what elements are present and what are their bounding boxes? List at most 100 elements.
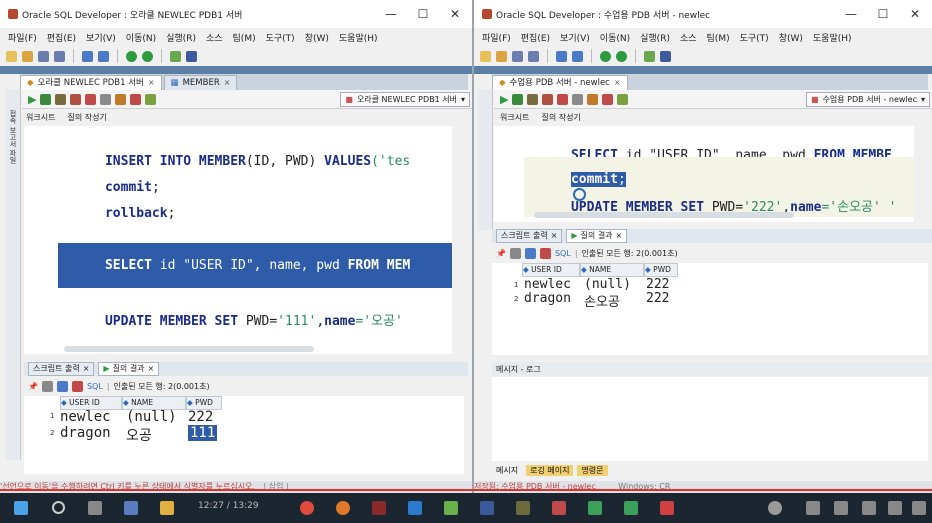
run-statement-icon[interactable]: ▶ [500, 93, 508, 106]
file-explorer-icon[interactable] [160, 501, 174, 515]
save-icon[interactable] [512, 50, 523, 62]
menu-team[interactable]: 팀(M) [233, 31, 256, 44]
firefox-icon[interactable] [336, 501, 350, 515]
right-sql-editor[interactable]: SELECT id "USER ID", name, pwd FROM MEMB… [494, 126, 914, 222]
cell-pwd[interactable]: 222 [188, 409, 213, 425]
editor-horizontal-scrollbar[interactable] [534, 212, 794, 218]
column-header-name[interactable]: ◆ NAME [580, 263, 644, 277]
eraser-icon[interactable] [602, 93, 614, 105]
close-icon[interactable]: × [614, 76, 621, 90]
menu-source[interactable]: 소스 [206, 31, 223, 44]
cell-user-id[interactable]: dragon [524, 291, 571, 306]
new-icon[interactable] [480, 50, 491, 62]
search-icon[interactable] [52, 501, 65, 514]
open-icon[interactable] [22, 50, 33, 62]
print-icon[interactable] [509, 247, 521, 259]
app-icon[interactable] [516, 501, 530, 515]
tab-worksheet[interactable]: 워크시트 [500, 112, 529, 123]
close-button[interactable]: ✕ [904, 4, 926, 24]
run-script-icon[interactable] [512, 93, 524, 105]
right-results-grid[interactable]: ◆ USER ID ◆ NAME ◆ PWD 1 newlec (null) 2… [492, 263, 928, 355]
export-icon[interactable] [71, 380, 83, 392]
tab-messages[interactable]: 메시지 [492, 465, 522, 476]
autotrace-icon[interactable] [100, 93, 112, 105]
binoculars-icon[interactable] [660, 50, 671, 62]
tab-worksheet[interactable]: 워크시트 [26, 112, 55, 123]
migration-icon[interactable] [644, 50, 655, 62]
save-icon[interactable] [38, 50, 49, 62]
menu-view[interactable]: 보기(V) [86, 31, 116, 44]
task-view-icon[interactable] [88, 501, 102, 515]
column-header-user-id[interactable]: ◆ USER ID [60, 396, 122, 410]
cell-pwd[interactable]: 222 [646, 291, 669, 306]
column-header-user-id[interactable]: ◆ USER ID [522, 263, 580, 277]
minimize-button[interactable]: — [840, 4, 862, 24]
explain-plan-icon[interactable] [557, 93, 569, 105]
redo-icon[interactable] [98, 50, 109, 62]
refresh-icon[interactable] [524, 247, 536, 259]
maximize-button[interactable]: ☐ [872, 4, 894, 24]
font-icon[interactable] [888, 501, 902, 515]
menu-run[interactable]: 실행(R) [640, 31, 670, 44]
column-header-pwd[interactable]: ◆ PWD [186, 396, 222, 410]
app-icon[interactable] [372, 501, 386, 515]
cell-name[interactable]: (null) [126, 409, 177, 425]
gear-icon[interactable] [768, 501, 782, 515]
cell-name[interactable]: 오공 [126, 425, 152, 445]
undo-icon[interactable] [82, 50, 93, 62]
cell-user-id[interactable]: newlec [524, 277, 571, 292]
left-results-grid[interactable]: ◆ USER ID ◆ NAME ◆ PWD 1 newlec (null) 2… [24, 396, 464, 474]
format-icon[interactable] [115, 93, 127, 105]
export-icon[interactable] [539, 247, 551, 259]
refresh-icon[interactable] [56, 380, 68, 392]
commit-icon[interactable] [55, 93, 67, 105]
app-icon[interactable] [660, 501, 674, 515]
rollback-icon[interactable] [542, 93, 554, 105]
cell-user-id[interactable]: newlec [60, 409, 111, 425]
right-side-panel-strip[interactable] [478, 90, 493, 230]
app-icon[interactable] [552, 501, 566, 515]
open-icon[interactable] [496, 50, 507, 62]
back-icon[interactable] [126, 50, 137, 62]
close-icon[interactable]: × [224, 76, 231, 90]
cell-name[interactable]: 손오공 [584, 291, 620, 310]
tuning-icon[interactable] [617, 93, 629, 105]
forward-icon[interactable] [616, 50, 627, 62]
tab-query-builder[interactable]: 질의 작성기 [67, 112, 106, 123]
column-header-pwd[interactable]: ◆ PWD [644, 263, 678, 277]
new-icon[interactable] [6, 50, 17, 62]
menu-tools[interactable]: 도구(T) [740, 31, 769, 44]
menu-help[interactable]: 도움말(H) [813, 31, 852, 44]
app-icon[interactable] [480, 501, 494, 515]
screen-icon[interactable] [806, 501, 820, 515]
tab-query-result[interactable]: ▶ 질의 결과 × [98, 362, 160, 376]
save-all-icon[interactable] [528, 50, 539, 62]
connection-selector[interactable]: ■ 오라클 NEWLEC PDB1 서버 ▾ [340, 92, 470, 107]
cell-pwd[interactable]: 222 [646, 277, 669, 292]
chrome-icon[interactable] [300, 501, 314, 515]
run-script-icon[interactable] [40, 93, 52, 105]
windows-start-icon[interactable] [14, 501, 28, 515]
back-icon[interactable] [600, 50, 611, 62]
tab-query-result[interactable]: ▶ 질의 결과 × [566, 229, 628, 243]
tab-class-pdb[interactable]: ◆ 수업용 PDB 서버 - newlec × [492, 75, 628, 90]
undo-icon[interactable] [556, 50, 567, 62]
cell-user-id[interactable]: dragon [60, 425, 111, 441]
redo-icon[interactable] [572, 50, 583, 62]
connection-selector[interactable]: ■ 수업용 PDB 서버 - newlec ▾ [806, 92, 930, 107]
print-icon[interactable] [41, 380, 53, 392]
explain-plan-icon[interactable] [85, 93, 97, 105]
save-all-icon[interactable] [54, 50, 65, 62]
maximize-button[interactable]: ☐ [412, 4, 434, 24]
sql-label[interactable]: SQL [555, 249, 571, 258]
forward-icon[interactable] [142, 50, 153, 62]
minimize-button[interactable]: — [380, 4, 402, 24]
menu-team[interactable]: 팀(M) [707, 31, 730, 44]
tab-logging-page[interactable]: 로깅 페이지 [526, 464, 574, 476]
binoculars-icon[interactable] [186, 50, 197, 62]
migration-icon[interactable] [170, 50, 181, 62]
close-button[interactable]: ✕ [444, 4, 466, 24]
volume-icon[interactable] [862, 501, 876, 515]
column-header-name[interactable]: ◆ NAME [122, 396, 186, 410]
left-side-panel-strip[interactable]: 접속 보고서 파일 [6, 90, 21, 460]
